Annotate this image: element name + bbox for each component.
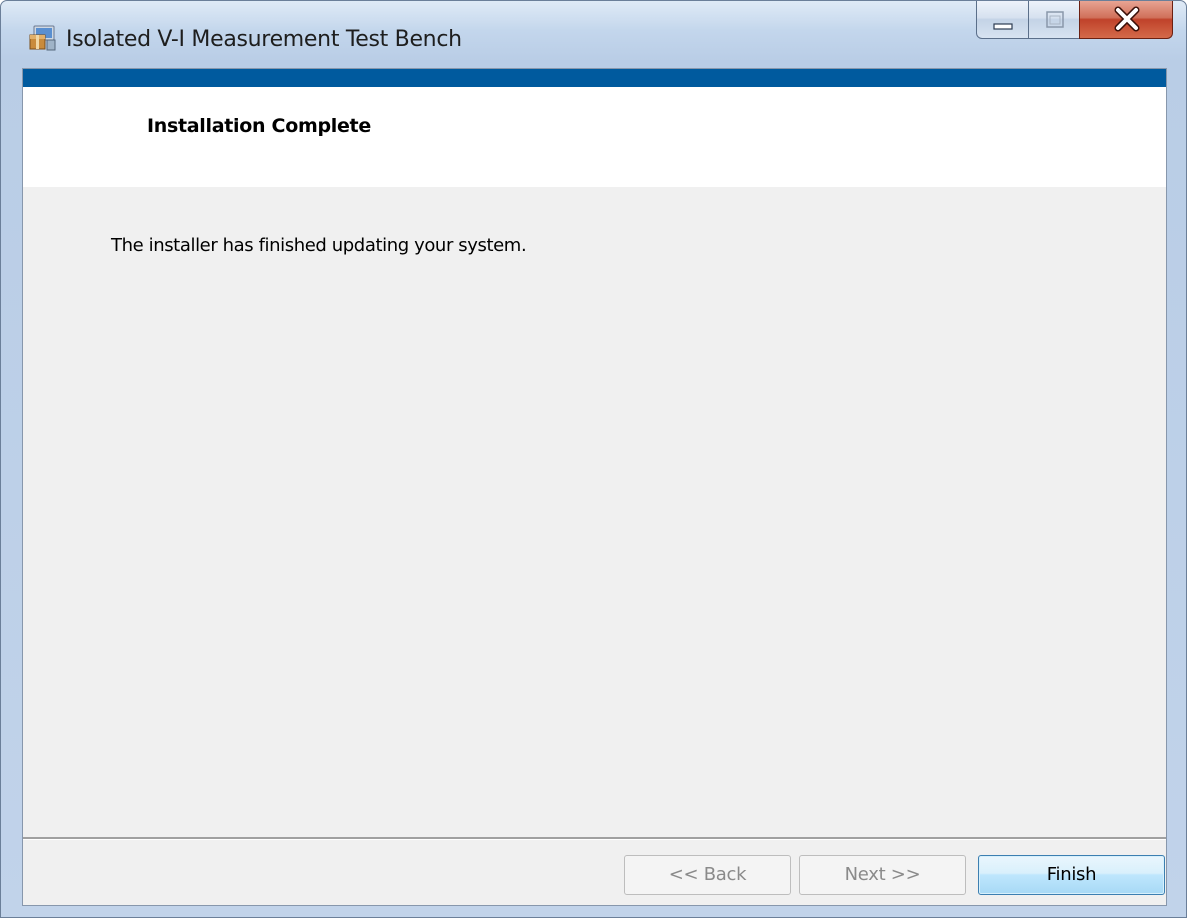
next-button-label: Next >> (844, 864, 921, 885)
minimize-button[interactable] (976, 1, 1029, 39)
footer-divider (23, 837, 1166, 840)
accent-bar (23, 69, 1166, 87)
window-title: Isolated V-I Measurement Test Bench (66, 27, 462, 52)
header-banner: Installation Complete (23, 87, 1166, 187)
back-button-label: << Back (668, 864, 747, 885)
installer-package-icon (27, 23, 57, 53)
page-title: Installation Complete (147, 115, 371, 137)
finish-button[interactable]: Finish (978, 855, 1165, 895)
finish-button-label: Finish (1046, 864, 1097, 885)
installer-window: Isolated V-I Measurement Test Bench Inst… (0, 0, 1187, 918)
title-bar[interactable]: Isolated V-I Measurement Test Bench (1, 1, 1186, 67)
minimize-icon (993, 23, 1013, 30)
maximize-button[interactable] (1028, 1, 1080, 39)
close-icon (1114, 6, 1140, 32)
completion-message: The installer has finished updating your… (111, 235, 527, 256)
back-button[interactable]: << Back (624, 855, 791, 895)
caption-buttons (976, 1, 1175, 41)
close-button[interactable] (1079, 1, 1173, 39)
wizard-client-area: Installation Complete The installer has … (22, 68, 1167, 906)
maximize-icon (1046, 11, 1064, 28)
next-button[interactable]: Next >> (799, 855, 966, 895)
